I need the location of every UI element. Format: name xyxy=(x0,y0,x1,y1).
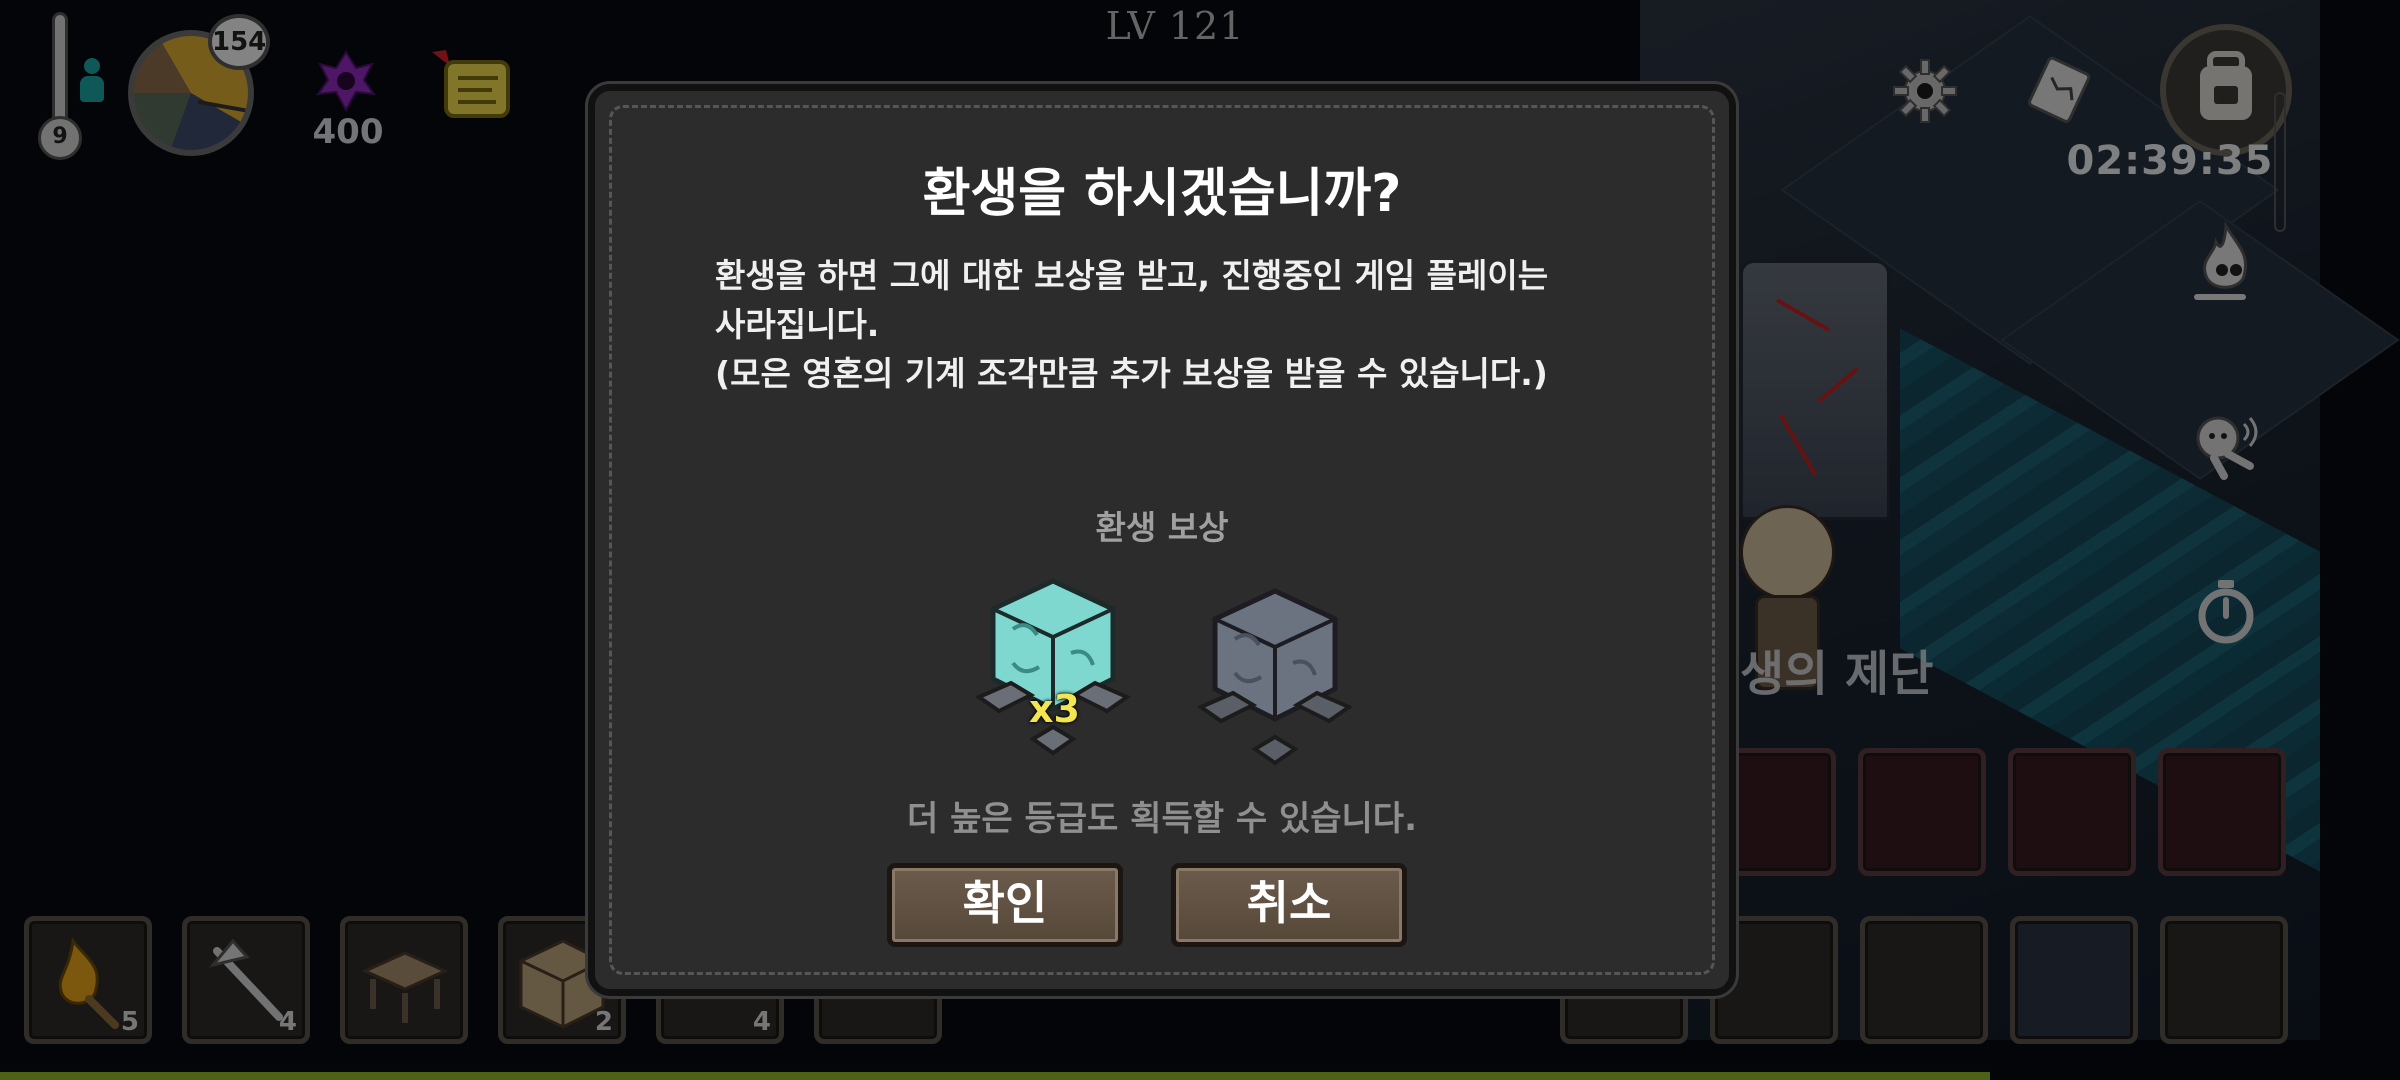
reward-label: 환생 보상 xyxy=(1095,508,1229,547)
cancel-button[interactable]: 취소 xyxy=(1171,863,1407,947)
soul-cube-icon xyxy=(974,578,1132,756)
reward-note: 더 높은 등급도 획득할 수 있습니다. xyxy=(906,799,1418,839)
dialog-message-line: (모은 영혼의 기계 조각만큼 추가 보상을 받을 수 있습니다.) xyxy=(715,354,1548,393)
dialog-message-line: 사라집니다. xyxy=(715,305,880,344)
soul-cube-icon xyxy=(1196,588,1354,766)
reward-cube-grey[interactable] xyxy=(1195,579,1355,789)
reward-cube-teal[interactable]: x3 xyxy=(973,569,1133,779)
dialog-message: 환생을 하면 그에 대한 보상을 받고, 진행중인 게임 플레이는 사라집니다.… xyxy=(715,251,1575,398)
dialog-title: 환생을 하시겠습니까? xyxy=(922,164,1402,224)
game-screen: 생의 제단 9 154 400 LV 121 02:39:35 5 4 2 4 … xyxy=(0,0,2400,1080)
dialog-message-line: 환생을 하면 그에 대한 보상을 받고, 진행중인 게임 플레이는 xyxy=(715,256,1549,295)
reward-quantity: x3 xyxy=(1029,687,1080,731)
confirm-button[interactable]: 확인 xyxy=(887,863,1123,947)
rebirth-dialog: 환생을 하시겠습니까? 환생을 하면 그에 대한 보상을 받고, 진행중인 게임… xyxy=(588,84,1736,996)
